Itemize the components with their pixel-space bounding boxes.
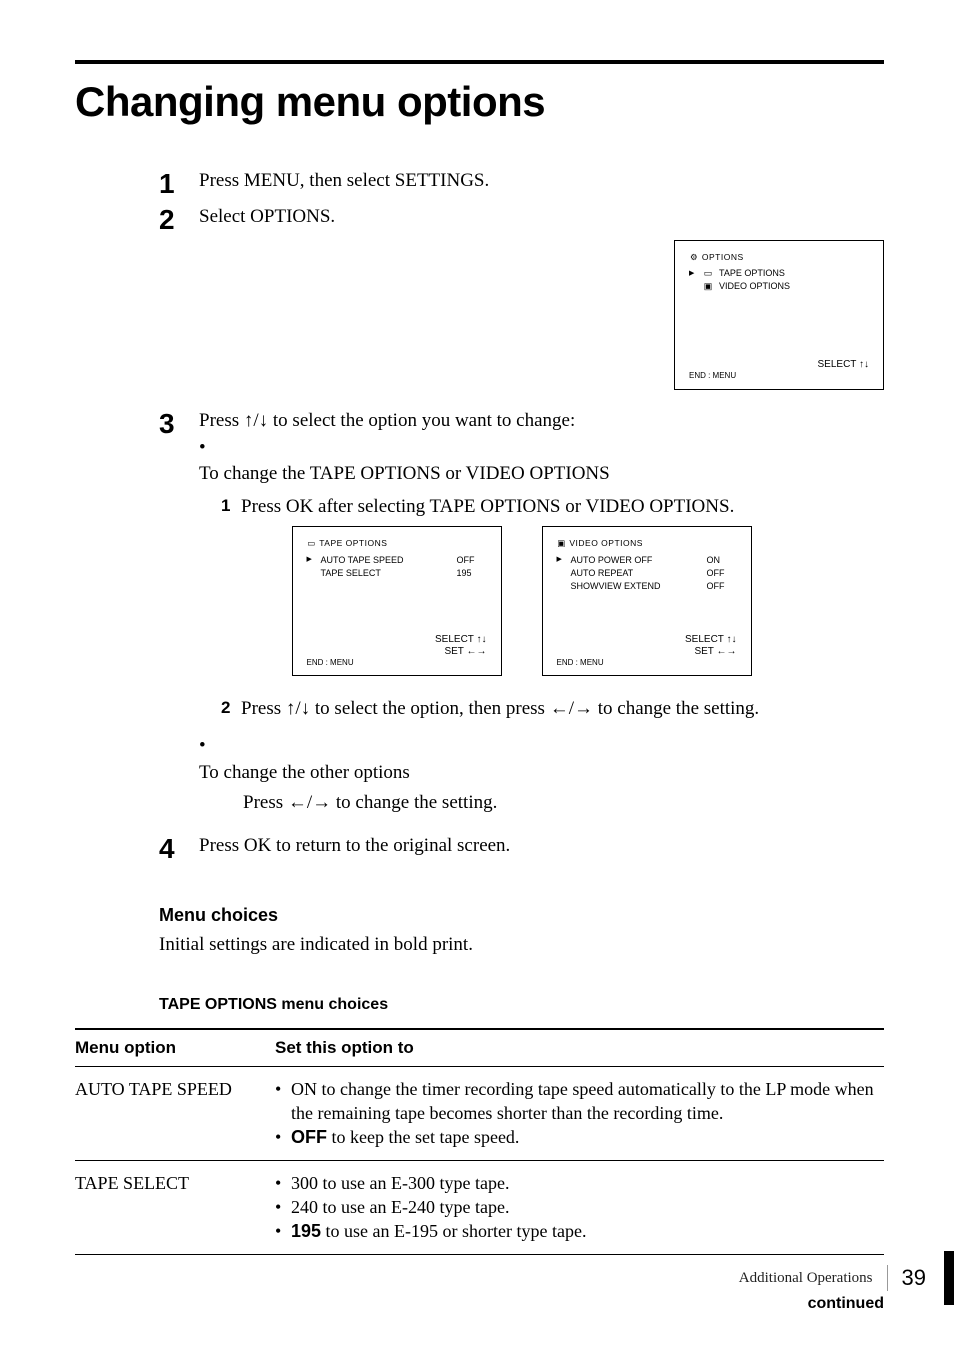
bullet-icon: • (199, 435, 217, 462)
screen-row: AUTO REPEAT (571, 567, 701, 580)
step-4: 4 Press OK to return to the original scr… (159, 833, 884, 863)
sub-step-2-text: Press ↑/↓ to select the option, then pre… (241, 696, 759, 723)
tape-options-table: Menu option Set this option to AUTO TAPE… (75, 1028, 884, 1255)
page-title: Changing menu options (75, 78, 884, 126)
screen-options: ⚙ OPTIONS ▭ TAPE OPTIONS ▣ VIDEO OPTIONS S… (674, 240, 884, 390)
sub-step-1-text: Press OK after selecting TAPE OPTIONS or… (241, 494, 734, 521)
section-rule (75, 60, 884, 64)
step-2: 2 Select OPTIONS. (159, 204, 884, 234)
row-name: TAPE SELECT (75, 1160, 275, 1254)
screen-row: SHOWVIEW EXTEND (571, 580, 701, 593)
footer-edge-tab (944, 1251, 954, 1305)
step-3-cont: 2 Press ↑/↓ to select the option, then p… (159, 690, 884, 826)
step-number: 2 (159, 204, 199, 234)
screen-row: AUTO TAPE SPEED (321, 554, 451, 567)
screen-val: OFF (707, 580, 737, 593)
step-3-bullet-2-text: To change the other options (199, 760, 884, 787)
screen-val: 195 (457, 567, 487, 580)
screen-val: OFF (457, 554, 487, 567)
settings-icon: ⚙ (689, 251, 699, 263)
bullet-icon: • (275, 1171, 291, 1195)
sub-step-number: 1 (221, 494, 241, 521)
menu-choices-text: Initial settings are indicated in bold p… (159, 934, 884, 956)
screen-footer-end: END : MENU (689, 371, 869, 381)
bullet-icon: • (275, 1195, 291, 1219)
screen-tape-title: TAPE OPTIONS (319, 538, 387, 548)
screen-options-title: OPTIONS (702, 252, 744, 262)
step-3-text: Press ↑/↓ to select the option you want … (199, 408, 884, 435)
sub-step-number: 2 (221, 696, 241, 723)
step-1: 1 Press MENU, then select SETTINGS. (159, 168, 884, 198)
screen-footer-select: SELECT ↑↓ (557, 634, 737, 646)
screen-footer-end: END : MENU (307, 658, 487, 668)
cassette-icon: ▭ (307, 537, 317, 549)
tv-icon: ▣ (703, 280, 713, 293)
step-number-blank (159, 690, 199, 692)
screen-row: AUTO POWER OFF (571, 554, 701, 567)
option-text: 240 to use an E-240 type tape. (291, 1195, 509, 1219)
bullet-icon: • (199, 733, 217, 760)
step-3-bullet-1-text: To change the TAPE OPTIONS or VIDEO OPTI… (199, 461, 884, 488)
screen-footer-set: SET ←→ (307, 646, 487, 658)
option-text: OFF to keep the set tape speed. (291, 1125, 519, 1149)
step-2-text: Select OPTIONS. (199, 204, 884, 231)
screen-video-title: VIDEO OPTIONS (569, 538, 643, 548)
screen-video-options: ▣ VIDEO OPTIONS AUTO POWER OFF ON AUTO RE… (542, 526, 752, 676)
table-row: TAPE SELECT •300 to use an E-300 type ta… (75, 1160, 884, 1254)
option-text: 195 to use an E-195 or shorter type tape… (291, 1219, 586, 1243)
screen-footer-end: END : MENU (557, 658, 737, 668)
step-3: 3 Press ↑/↓ to select the option you wan… (159, 408, 884, 520)
sub-step-2: 2 Press ↑/↓ to select the option, then p… (199, 696, 884, 723)
step-number: 4 (159, 833, 199, 863)
menu-choices-heading: Menu choices (159, 905, 884, 926)
screen-footer-select: SELECT ↑↓ (307, 634, 487, 646)
step-3-bullet-1: • To change the TAPE OPTIONS or VIDEO OP… (199, 435, 884, 488)
sub-step-1: 1 Press OK after selecting TAPE OPTIONS … (199, 494, 884, 521)
option-text: ON to change the timer recording tape sp… (291, 1077, 880, 1126)
screen-val: ON (707, 554, 737, 567)
page-footer: Additional Operations 39 (739, 1251, 954, 1305)
screen-row: VIDEO OPTIONS (719, 280, 869, 293)
cassette-icon: ▭ (703, 267, 713, 280)
col-menu-option: Menu option (75, 1029, 275, 1067)
bullet-icon: • (275, 1219, 291, 1243)
tape-options-table-title: TAPE OPTIONS menu choices (159, 996, 884, 1014)
screen-options-wrap: ⚙ OPTIONS ▭ TAPE OPTIONS ▣ VIDEO OPTIONS S… (159, 240, 884, 390)
bullet-icon: • (275, 1077, 291, 1126)
screen-row: TAPE OPTIONS (719, 267, 869, 280)
step-3-bullet-2: • To change the other options (199, 733, 884, 786)
screen-footer-set: SET ←→ (557, 646, 737, 658)
tv-icon: ▣ (557, 537, 567, 549)
step-number: 3 (159, 408, 199, 438)
row-name: AUTO TAPE SPEED (75, 1066, 275, 1160)
screen-footer-select: SELECT ↑↓ (689, 359, 869, 371)
step-3-bullet-2-body: Press ←/→ to change the setting. (199, 790, 884, 817)
screen-row: TAPE SELECT (321, 567, 451, 580)
step-number: 1 (159, 168, 199, 198)
screen-pair: ▭ TAPE OPTIONS AUTO TAPE SPEED OFF TAPE S… (159, 526, 884, 676)
screen-tape-options: ▭ TAPE OPTIONS AUTO TAPE SPEED OFF TAPE S… (292, 526, 502, 676)
footer-section-name: Additional Operations (739, 1270, 873, 1287)
option-text: 300 to use an E-300 type tape. (291, 1171, 509, 1195)
table-row: AUTO TAPE SPEED •ON to change the timer … (75, 1066, 884, 1160)
col-set-this-option: Set this option to (275, 1029, 884, 1067)
footer-page-number: 39 (902, 1265, 926, 1291)
bullet-icon: • (275, 1125, 291, 1149)
screen-val: OFF (707, 567, 737, 580)
footer-separator (887, 1265, 888, 1291)
steps-block: 1 Press MENU, then select SETTINGS. 2 Se… (75, 168, 884, 863)
step-1-text: Press MENU, then select SETTINGS. (199, 168, 884, 195)
step-4-text: Press OK to return to the original scree… (199, 833, 884, 860)
